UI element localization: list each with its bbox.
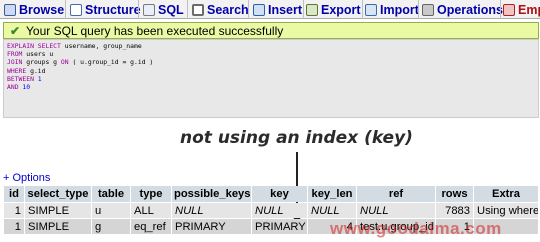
table-cell: u xyxy=(92,203,130,218)
table-cell: eq_ref xyxy=(131,219,171,234)
table-cell: g xyxy=(92,219,130,234)
search-icon xyxy=(192,3,204,16)
table-cell: PRIMARY xyxy=(172,219,251,234)
sql-line: JOIN groups g ON ( u.group_id = g.id ) xyxy=(7,58,154,67)
table-cell: 7883 xyxy=(436,203,473,218)
column-header[interactable]: rows xyxy=(436,186,473,202)
tab-label: Export xyxy=(321,2,361,17)
table-cell: SIMPLE xyxy=(25,219,91,234)
column-header[interactable]: type xyxy=(131,186,171,202)
sql-line: FROM users u xyxy=(7,50,54,59)
column-header[interactable]: table xyxy=(92,186,130,202)
tab-label: Operations xyxy=(437,2,503,17)
operations-icon xyxy=(422,3,434,16)
tab-structure[interactable]: Structure xyxy=(70,2,141,17)
structure-icon xyxy=(70,3,82,16)
tab-search[interactable]: Search xyxy=(192,2,249,17)
column-header[interactable]: select_type xyxy=(25,186,91,202)
table-cell: NULL xyxy=(172,203,251,218)
table-row[interactable]: 1 SIMPLE u ALL NULL NULL NULL NULL 7883 … xyxy=(4,203,538,218)
success-message: ✔ Your SQL query has been executed succe… xyxy=(3,22,539,39)
tab-empty[interactable]: Emp xyxy=(503,2,540,17)
table-cell: 1 xyxy=(4,203,24,218)
checkmark-icon: ✔ xyxy=(9,23,21,38)
sql-line: EXPLAIN SELECT username, group_name xyxy=(7,42,142,50)
sql-line: WHERE g.id xyxy=(7,66,46,75)
table-cell: 1 xyxy=(4,219,24,234)
empty-icon xyxy=(503,3,515,16)
sql-line: AND 10 xyxy=(7,82,31,91)
column-header[interactable]: ref xyxy=(357,186,435,202)
table-cell: ALL xyxy=(131,203,171,218)
table-cell: NULL xyxy=(252,203,307,218)
tab-import[interactable]: Import xyxy=(365,2,419,17)
tab-label: SQL xyxy=(158,2,184,17)
column-header[interactable]: possible_keys xyxy=(172,186,251,202)
insert-icon xyxy=(253,3,265,16)
table-header-row: id select_type table type possible_keys … xyxy=(4,186,538,202)
tab-sql[interactable]: SQL xyxy=(143,2,184,17)
tab-bar: Browse Structure SQL Search Insert Expor… xyxy=(0,0,540,19)
success-text: Your SQL query has been executed success… xyxy=(26,23,284,38)
import-icon xyxy=(365,3,377,16)
options-link[interactable]: + Options xyxy=(3,172,50,184)
column-header[interactable]: Extra xyxy=(474,186,538,202)
tab-label: Import xyxy=(380,2,419,17)
tab-label: Browse xyxy=(19,2,65,17)
column-header[interactable]: key xyxy=(252,186,307,202)
sql-query-box: EXPLAIN SELECT username, group_name FROM… xyxy=(3,39,539,118)
column-header[interactable]: id xyxy=(4,186,24,202)
export-icon xyxy=(306,3,318,16)
tab-label: Search xyxy=(207,2,249,17)
table-cell: NULL xyxy=(357,203,435,218)
table-cell: SIMPLE xyxy=(25,203,91,218)
tab-browse[interactable]: Browse xyxy=(4,2,64,17)
table-cell: Using where xyxy=(474,203,538,218)
sql-icon xyxy=(143,3,155,16)
browse-icon xyxy=(4,3,16,16)
column-header[interactable]: key_len xyxy=(308,186,356,202)
table-cell: NULL xyxy=(308,203,356,218)
tab-insert[interactable]: Insert xyxy=(253,2,302,17)
annotation-text: not using an index (key) xyxy=(180,128,413,148)
tab-label: Emp xyxy=(518,2,540,17)
tab-label: Structure xyxy=(85,2,141,17)
tab-operations[interactable]: Operations xyxy=(422,2,503,17)
sql-line: BETWEEN 1 xyxy=(7,74,42,83)
tab-export[interactable]: Export xyxy=(306,2,361,17)
watermark-text: www.goodaima.com xyxy=(330,219,502,238)
tab-label: Insert xyxy=(268,2,303,17)
table-cell: PRIMARY xyxy=(252,219,307,234)
